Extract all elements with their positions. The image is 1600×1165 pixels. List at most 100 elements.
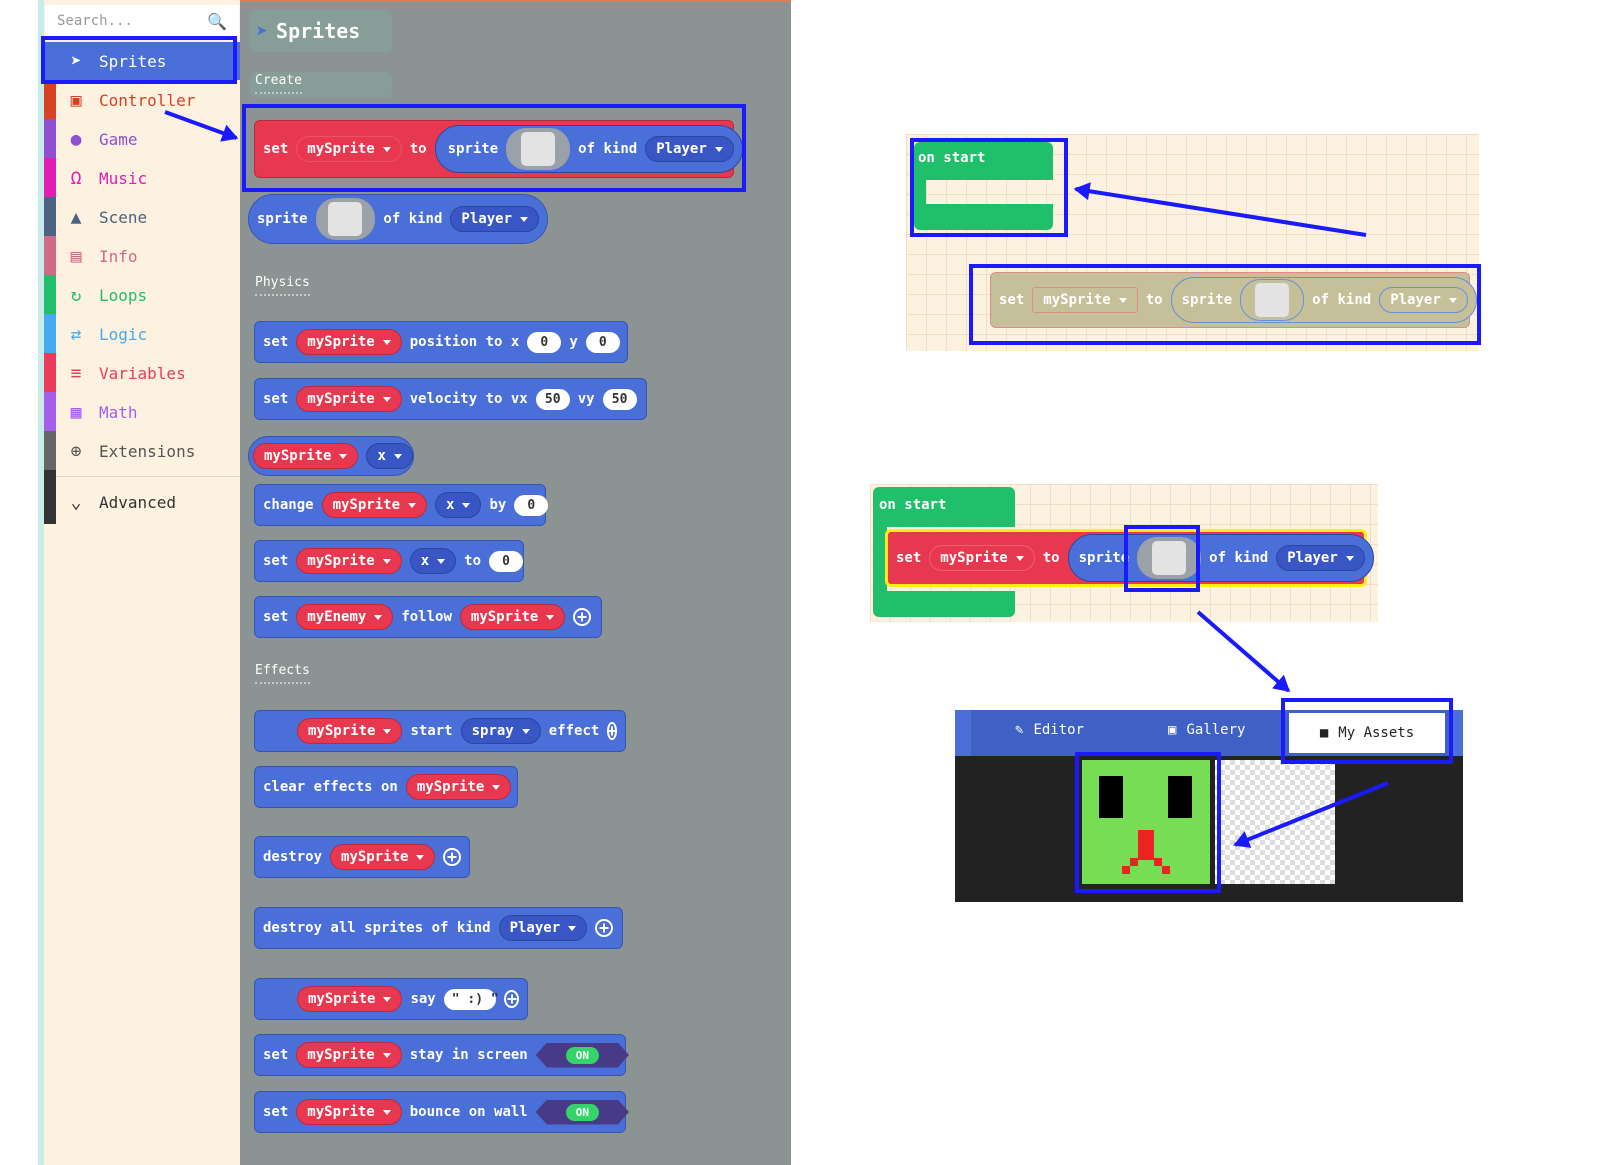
- word-y: y: [569, 334, 578, 350]
- category-extensions[interactable]: ⊕ Extensions: [45, 433, 240, 469]
- by-input[interactable]: 0: [514, 494, 549, 516]
- variable-dropdown[interactable]: mySprite: [297, 986, 403, 1012]
- sprite-of-kind-reporter[interactable]: sprite of kind Player: [248, 194, 548, 244]
- chevron-down-icon: ⌄: [70, 491, 82, 513]
- category-label: Info: [99, 246, 138, 266]
- stay-in-screen-block[interactable]: set mySprite stay in screen ON: [254, 1034, 629, 1076]
- paintbrush-icon: ✎: [1015, 722, 1024, 738]
- asset-empty-transparent[interactable]: [1215, 760, 1335, 884]
- word-start: start: [410, 723, 453, 739]
- category-controller[interactable]: ▣ Controller: [45, 82, 240, 118]
- word-set: set: [263, 1047, 289, 1063]
- variable-dropdown[interactable]: mySprite: [330, 844, 436, 870]
- variable-dropdown[interactable]: mySprite: [296, 386, 402, 412]
- category-label: Variables: [99, 363, 186, 383]
- destroy-all-block[interactable]: destroy all sprites of kind Player: [254, 907, 623, 949]
- search-input[interactable]: Search...: [57, 13, 133, 29]
- set-velocity-block[interactable]: set mySprite velocity to vx 50 vy 50: [254, 378, 647, 420]
- image-picker[interactable]: [315, 198, 376, 240]
- expand-plus-icon[interactable]: [595, 919, 614, 937]
- category-loops[interactable]: ↻ Loops: [45, 277, 240, 313]
- destroy-block[interactable]: destroy mySprite: [254, 836, 470, 878]
- annotation-box-asset: [1075, 752, 1221, 893]
- category-music[interactable]: Ω Music: [45, 160, 240, 196]
- word-stay: stay in screen: [409, 1047, 528, 1063]
- category-label: Extensions: [99, 441, 196, 461]
- property-dropdown[interactable]: x: [366, 443, 413, 469]
- annotation-arrow-to-assets: [1196, 610, 1290, 693]
- set-position-block[interactable]: set mySprite position to x 0 y 0: [254, 321, 628, 363]
- variable-dropdown[interactable]: mySprite: [296, 1099, 402, 1125]
- variable-dropdown[interactable]: mySprite: [296, 329, 402, 355]
- refresh-icon: ↻: [70, 284, 82, 306]
- variable-dropdown[interactable]: mySprite: [459, 604, 566, 630]
- say-block[interactable]: mySprite say " :) ": [254, 978, 528, 1020]
- follow-block[interactable]: set myEnemy follow mySprite: [254, 596, 602, 638]
- toggle-switch[interactable]: ON: [535, 1042, 629, 1068]
- word-sprite: sprite: [1078, 550, 1130, 566]
- word-set: set: [263, 609, 289, 625]
- set-property-block[interactable]: set mySprite x to 0: [254, 540, 524, 582]
- change-property-block[interactable]: change mySprite x by 0: [254, 484, 549, 526]
- variable-dropdown[interactable]: mySprite: [296, 1042, 402, 1068]
- variable-dropdown[interactable]: mySprite: [405, 774, 512, 800]
- kind-dropdown[interactable]: Player: [450, 206, 539, 232]
- sprite-property-reporter[interactable]: mySprite x: [248, 436, 414, 476]
- category-label: Logic: [99, 324, 148, 344]
- enemy-dropdown[interactable]: myEnemy: [296, 604, 394, 630]
- on-start-label: on start: [873, 487, 1015, 527]
- vx-input[interactable]: 50: [535, 388, 570, 410]
- property-dropdown[interactable]: x: [409, 548, 457, 574]
- id-card-icon: ▤: [70, 245, 82, 267]
- variable-dropdown[interactable]: mySprite: [253, 443, 359, 469]
- plus-circle-icon: ⊕: [70, 440, 82, 462]
- category-variables[interactable]: ≡ Variables: [45, 355, 240, 391]
- search-icon[interactable]: 🔍: [207, 12, 227, 31]
- expand-plus-icon[interactable]: [504, 990, 519, 1008]
- search-box[interactable]: Search... 🔍: [45, 5, 239, 37]
- variable-dropdown[interactable]: mySprite: [321, 492, 428, 518]
- word-to: to: [464, 553, 482, 569]
- category-logic[interactable]: ⇄ Logic: [45, 316, 240, 352]
- clear-effects-block[interactable]: clear effects on mySprite: [254, 766, 518, 808]
- tab-gallery[interactable]: ▣ Gallery: [1168, 722, 1245, 738]
- category-scene[interactable]: ▲ Scene: [45, 199, 240, 235]
- flyout-title: Sprites: [276, 19, 361, 43]
- toggle-on-label: ON: [565, 1046, 599, 1064]
- start-effect-block[interactable]: mySprite start spray effect: [254, 710, 626, 752]
- word-set: set: [263, 553, 289, 569]
- word-sprite: sprite: [257, 211, 308, 227]
- category-info[interactable]: ▤ Info: [45, 238, 240, 274]
- category-advanced[interactable]: ⌄ Advanced: [45, 484, 240, 520]
- list-icon: ≡: [70, 362, 82, 384]
- bounce-on-wall-block[interactable]: set mySprite bounce on wall ON: [254, 1091, 629, 1133]
- vy-input[interactable]: 50: [602, 388, 637, 410]
- variable-dropdown[interactable]: mySprite: [296, 548, 402, 574]
- category-math[interactable]: ▦ Math: [45, 394, 240, 430]
- expand-plus-icon[interactable]: [607, 722, 617, 740]
- headphones-icon: Ω: [70, 167, 82, 189]
- value-input[interactable]: 0: [489, 550, 524, 572]
- annotation-box-set-block: [242, 104, 746, 192]
- category-label: Advanced: [99, 492, 177, 512]
- category-label: Math: [99, 402, 138, 422]
- toggle-on-label: ON: [565, 1103, 599, 1121]
- x-input[interactable]: 0: [527, 331, 562, 353]
- tab-editor[interactable]: ✎ Editor: [1015, 722, 1084, 738]
- text-input[interactable]: " :) ": [443, 988, 499, 1010]
- property-dropdown[interactable]: x: [435, 492, 482, 518]
- kind-dropdown[interactable]: Player: [498, 915, 588, 941]
- word-velocity: velocity to vx: [409, 391, 528, 407]
- effect-dropdown[interactable]: spray: [460, 718, 541, 744]
- flyout-header: ➤ Sprites: [250, 10, 392, 52]
- variable-dropdown[interactable]: mySprite: [929, 545, 1035, 571]
- sprite-reporter[interactable]: sprite of kind Player: [1067, 534, 1374, 582]
- kind-dropdown[interactable]: Player: [1276, 545, 1365, 571]
- expand-plus-icon[interactable]: [573, 608, 592, 626]
- expand-plus-icon[interactable]: [443, 848, 461, 866]
- annotation-box-sprites-category: [41, 36, 237, 84]
- variable-dropdown[interactable]: mySprite: [297, 718, 403, 744]
- y-input[interactable]: 0: [585, 331, 620, 353]
- toggle-switch[interactable]: ON: [535, 1099, 629, 1125]
- category-label: Game: [99, 129, 138, 149]
